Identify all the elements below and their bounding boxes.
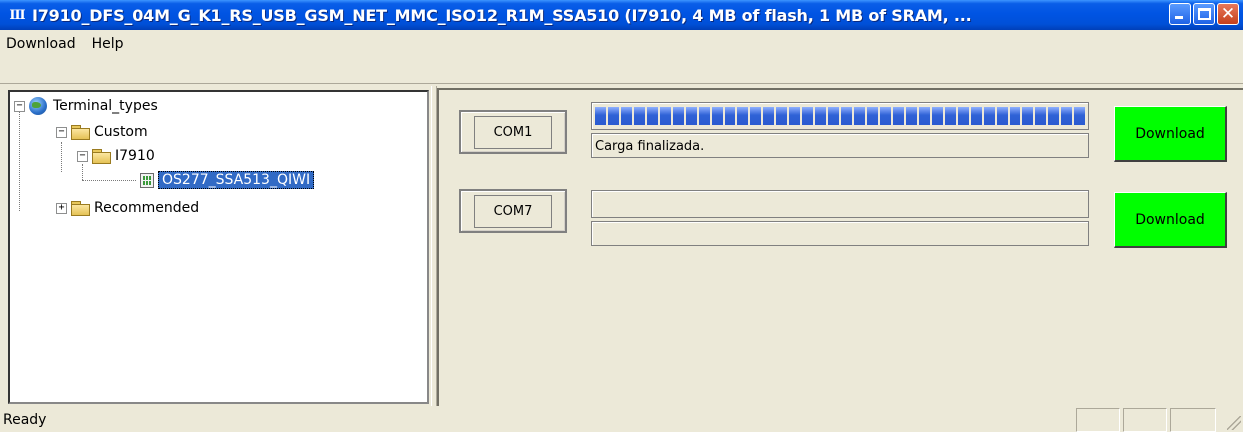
- maximize-button[interactable]: [1193, 3, 1215, 25]
- tree-item-custom[interactable]: − Custom: [56, 122, 148, 142]
- tree-item-label: I7910: [115, 148, 155, 164]
- progress-block: [724, 107, 736, 125]
- terminal-profile-icon: [140, 172, 154, 188]
- progress-block: [1022, 107, 1034, 125]
- menu-download-label: ownload: [16, 36, 76, 52]
- menu-help[interactable]: Help: [92, 36, 124, 52]
- tree-item-label: Custom: [94, 124, 148, 140]
- progress-block: [918, 107, 930, 125]
- globe-icon: [29, 97, 47, 115]
- progress-block: [737, 107, 749, 125]
- tree-item-label: Recommended: [94, 200, 200, 216]
- progress-block: [1061, 107, 1073, 125]
- download-button[interactable]: Download: [1114, 192, 1227, 248]
- progress-block: [854, 107, 866, 125]
- window-title: I7910_DFS_04M_G_K1_RS_USB_GSM_NET_MMC_IS…: [32, 5, 972, 25]
- progress-block: [815, 107, 827, 125]
- menu-help-label: elp: [102, 36, 124, 52]
- folder-open-icon: [71, 125, 90, 140]
- progress-block: [789, 107, 801, 125]
- progress-block: [646, 107, 658, 125]
- tree-item-i7910[interactable]: − I7910: [77, 146, 155, 166]
- download-button[interactable]: Download: [1114, 106, 1227, 162]
- resize-grip-icon[interactable]: [1227, 416, 1241, 430]
- progress-block: [970, 107, 982, 125]
- collapse-icon[interactable]: −: [56, 126, 67, 138]
- progress-block: [944, 107, 956, 125]
- progress-block: [1074, 107, 1086, 125]
- title-bar: III I7910_DFS_04M_G_K1_RS_USB_GSM_NET_MM…: [0, 0, 1243, 30]
- folder-open-icon: [92, 149, 111, 164]
- progress-block: [607, 107, 619, 125]
- terminal-tree[interactable]: − Terminal_types − Custom − I7910 OS277_…: [8, 90, 429, 404]
- progress-block: [685, 107, 697, 125]
- port-label-box: COM1: [459, 110, 567, 154]
- window-controls: ✕: [1169, 3, 1239, 25]
- status-bar: Ready: [0, 406, 1243, 432]
- tree-connector: [82, 164, 83, 180]
- progress-block: [711, 107, 723, 125]
- menu-help-mnemonic: H: [91, 36, 103, 52]
- progress-block: [867, 107, 878, 125]
- tree-connector: [61, 142, 62, 172]
- progress-block: [828, 107, 840, 125]
- progress-bar: [591, 190, 1089, 218]
- progress-block: [996, 107, 1008, 125]
- progress-block: [659, 107, 671, 125]
- progress-bar: [591, 102, 1089, 130]
- progress-block: [620, 107, 632, 125]
- progress-block: [841, 107, 853, 125]
- progress-block: [905, 107, 917, 125]
- progress-fill: [595, 195, 1085, 213]
- maximize-icon: [1198, 8, 1211, 20]
- menu-bar: Download Help: [0, 30, 1243, 84]
- port-name: COM7: [473, 194, 553, 228]
- tree-item-label: Terminal_types: [53, 98, 158, 114]
- progress-block: [957, 107, 969, 125]
- tree-item-recommended[interactable]: + Recommended: [56, 198, 199, 218]
- tree-item-terminal-types[interactable]: − Terminal_types: [14, 96, 158, 116]
- progress-block: [1009, 107, 1021, 125]
- progress-block: [633, 107, 645, 125]
- tree-connector: [19, 108, 20, 211]
- status-pane: [1170, 408, 1216, 432]
- progress-block: [776, 107, 788, 125]
- tree-item-label: OS277_SSA513_QIWI: [158, 171, 315, 189]
- port-status: Carga finalizada.: [591, 133, 1089, 158]
- progress-block: [763, 107, 775, 125]
- menu-download[interactable]: Download: [6, 36, 76, 52]
- minimize-button[interactable]: [1169, 3, 1191, 25]
- collapse-icon[interactable]: −: [14, 100, 25, 112]
- expand-icon[interactable]: +: [56, 202, 67, 214]
- progress-block: [750, 107, 762, 125]
- close-button[interactable]: ✕: [1217, 3, 1239, 25]
- collapse-icon[interactable]: −: [77, 150, 88, 162]
- close-icon: ✕: [1220, 4, 1236, 24]
- progress-block: [1048, 107, 1060, 125]
- app-icon[interactable]: III: [8, 7, 26, 23]
- tree-connector: [82, 180, 136, 181]
- progress-block: [802, 107, 814, 125]
- progress-block: [1035, 107, 1047, 125]
- minimize-icon: [1175, 16, 1183, 19]
- progress-block: [931, 107, 943, 125]
- progress-block: [595, 107, 606, 125]
- menu-download-mnemonic: D: [6, 36, 17, 52]
- progress-block: [672, 107, 684, 125]
- download-panel: COM1 Carga finalizada. Download COM7 Dow…: [437, 88, 1243, 406]
- port-label-box: COM7: [459, 189, 567, 233]
- port-name: COM1: [473, 115, 553, 149]
- port-status: [591, 221, 1089, 246]
- progress-block: [698, 107, 710, 125]
- status-text: Ready: [3, 412, 47, 428]
- progress-fill: [595, 107, 1086, 125]
- progress-block: [892, 107, 904, 125]
- status-pane: [1076, 408, 1120, 432]
- tree-item-profile[interactable]: OS277_SSA513_QIWI: [140, 170, 315, 190]
- progress-block: [983, 107, 995, 125]
- folder-icon: [71, 201, 90, 216]
- status-pane: [1123, 408, 1167, 432]
- progress-block: [879, 107, 891, 125]
